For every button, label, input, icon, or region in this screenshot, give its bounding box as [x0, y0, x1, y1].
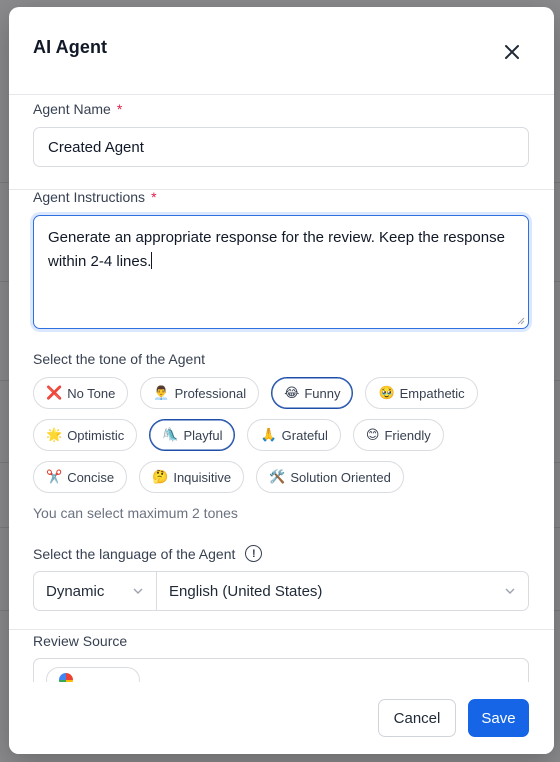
tone-chip-friendly[interactable]: 😊 Friendly: [352, 419, 444, 451]
chevron-down-icon: [133, 588, 143, 594]
tone-chip-group: ❌ No Tone 👨‍💼 Professional 😂 Funny 🥹 Empathetic…: [33, 377, 533, 503]
resize-grip-icon[interactable]: [517, 317, 525, 325]
tone-emoji-icon: 😊: [365, 427, 380, 442]
agent-name-value: Created Agent: [48, 138, 144, 156]
tone-chip-label: Funny: [304, 385, 341, 401]
tone-chip-optimistic[interactable]: 🌟 Optimistic: [33, 419, 138, 451]
tone-emoji-icon: ✂️: [46, 469, 63, 484]
tone-chip-label: No Tone: [67, 385, 116, 401]
close-button[interactable]: [500, 40, 524, 64]
tone-emoji-icon: ❌: [46, 385, 63, 400]
required-mark: *: [116, 101, 123, 117]
section-divider: [9, 629, 554, 630]
modal-title: AI Agent: [33, 37, 108, 57]
tone-chip-label: Empathetic: [399, 385, 465, 401]
tone-chip-label: Playful: [183, 427, 223, 443]
language-select-group: Dynamic English (United States): [33, 571, 529, 611]
tone-emoji-icon: 🛠️: [269, 469, 286, 484]
tone-chip-label: Concise: [67, 469, 115, 485]
tone-chip-label: Optimistic: [67, 427, 125, 443]
language-label-text: Select the language of the Agent: [33, 545, 236, 562]
tone-emoji-icon: 🥹: [378, 385, 395, 400]
info-icon[interactable]: !: [245, 545, 263, 562]
tone-chip-row: ✂️ Concise 🤔 Inquisitive 🛠️ Solution Oriented: [33, 461, 533, 493]
tone-chip-funny[interactable]: 😂 Funny: [271, 377, 354, 409]
language-label: Select the language of the Agent !: [33, 545, 263, 562]
agent-instructions-label-text: Agent Instructions: [33, 189, 146, 205]
modal-header: AI Agent: [9, 7, 554, 95]
tone-chip-concise[interactable]: ✂️ Concise: [33, 461, 128, 493]
language-mode-select[interactable]: Dynamic: [34, 572, 157, 610]
ai-agent-modal: AI Agent Agent Name * Created Agent Agent…: [9, 7, 554, 754]
tone-chip-label: Grateful: [281, 427, 328, 443]
tone-chip-no-tone[interactable]: ❌ No Tone: [33, 377, 129, 409]
tone-chip-row: ❌ No Tone 👨‍💼 Professional 😂 Funny 🥹 Empathetic: [33, 377, 533, 409]
tone-emoji-icon: 🤔: [152, 469, 169, 484]
tone-chip-solution-oriented[interactable]: 🛠️ Solution Oriented: [256, 461, 404, 493]
tone-hint: You can select maximum 2 tones: [33, 505, 238, 521]
agent-instructions-label: Agent Instructions *: [33, 189, 157, 205]
tone-chip-label: Solution Oriented: [290, 469, 391, 485]
required-mark: *: [151, 189, 157, 205]
tone-chip-label: Professional: [174, 385, 247, 401]
tone-emoji-icon: 😂: [284, 385, 300, 400]
language-select[interactable]: English (United States): [157, 572, 528, 610]
tone-chip-empathetic[interactable]: 🥹 Empathetic: [365, 377, 478, 409]
modal-footer: Cancel Save: [9, 682, 554, 754]
review-source-label: Review Source: [33, 633, 128, 649]
agent-name-label: Agent Name *: [33, 101, 122, 117]
tone-chip-row: 🌟 Optimistic 🛝 Playful 🙏 Grateful 😊 Friendly: [33, 419, 533, 451]
chevron-down-icon: [505, 588, 515, 594]
tone-chip-grateful[interactable]: 🙏 Grateful: [247, 419, 341, 451]
tone-emoji-icon: 🌟: [46, 427, 63, 442]
cancel-button[interactable]: Cancel: [378, 699, 456, 737]
language-mode-value: Dynamic: [46, 582, 105, 600]
language-value: English (United States): [169, 582, 323, 600]
tone-chip-inquisitive[interactable]: 🤔 Inquisitive: [139, 461, 245, 493]
tone-emoji-icon: 🙏: [260, 427, 277, 442]
tone-emoji-icon: 🛝: [162, 427, 179, 442]
agent-name-label-text: Agent Name: [33, 101, 111, 117]
close-icon: [505, 45, 519, 59]
save-button[interactable]: Save: [468, 699, 529, 737]
text-cursor: [151, 252, 153, 269]
tone-chip-professional[interactable]: 👨‍💼 Professional: [140, 377, 260, 409]
agent-name-input[interactable]: Created Agent: [33, 127, 529, 167]
tone-label: Select the tone of the Agent: [33, 351, 206, 367]
tone-emoji-icon: 👨‍💼: [153, 385, 170, 400]
agent-instructions-value: Generate an appropriate response for the…: [48, 229, 505, 270]
tone-chip-label: Friendly: [384, 427, 431, 443]
agent-instructions-textarea[interactable]: Generate an appropriate response for the…: [33, 215, 529, 329]
tone-chip-label: Inquisitive: [173, 469, 232, 485]
tone-chip-playful[interactable]: 🛝 Playful: [149, 419, 236, 451]
